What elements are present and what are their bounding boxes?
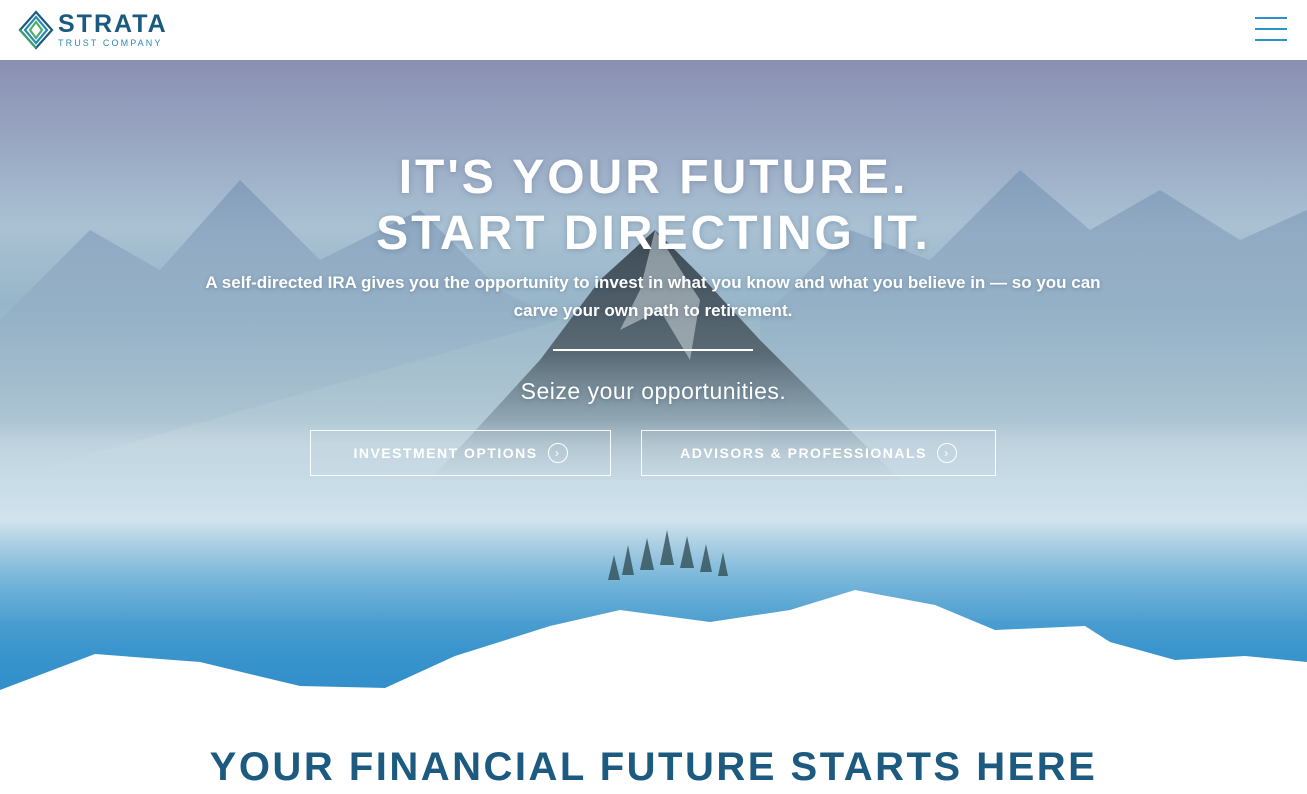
section-title: YOUR FINANCIAL FUTURE STARTS HERE (209, 745, 1098, 789)
chevron-right-circle-icon: › (547, 443, 568, 463)
hero-headline: IT'S YOUR FUTURE. START DIRECTING IT. (0, 150, 1307, 262)
menu-bar (1255, 28, 1287, 30)
advisors-professionals-label: ADVISORS & PROFESSIONALS (680, 445, 927, 461)
chevron-right-circle-icon: › (936, 443, 957, 463)
hero-tagline: Seize your opportunities. (520, 378, 787, 404)
strata-logo-mark-icon (18, 10, 54, 50)
investment-options-label: INVESTMENT OPTIONS (353, 445, 538, 461)
hero-subtext: A self-directed IRA gives you the opport… (205, 273, 1101, 320)
logo-name: STRATA (58, 10, 168, 38)
site-header: STRATA TRUST COMPANY (0, 0, 1307, 60)
investment-options-button[interactable]: INVESTMENT OPTIONS › (310, 430, 611, 476)
logo-text: STRATA TRUST COMPANY (58, 12, 168, 48)
headline-line-1: IT'S YOUR FUTURE. (398, 151, 909, 204)
menu-bar (1255, 17, 1287, 19)
hero-content: IT'S YOUR FUTURE. START DIRECTING IT. A … (0, 60, 1307, 700)
strata-logo[interactable]: STRATA TRUST COMPANY (18, 10, 168, 50)
hamburger-menu-icon[interactable] (1255, 17, 1287, 41)
hero-banner: IT'S YOUR FUTURE. START DIRECTING IT. A … (0, 60, 1307, 700)
advisors-professionals-button[interactable]: ADVISORS & PROFESSIONALS › (641, 430, 996, 476)
menu-bar (1255, 39, 1287, 41)
hero-divider (553, 349, 753, 351)
headline-line-2: START DIRECTING IT. (376, 207, 931, 260)
logo-subtitle: TRUST COMPANY (58, 38, 163, 48)
